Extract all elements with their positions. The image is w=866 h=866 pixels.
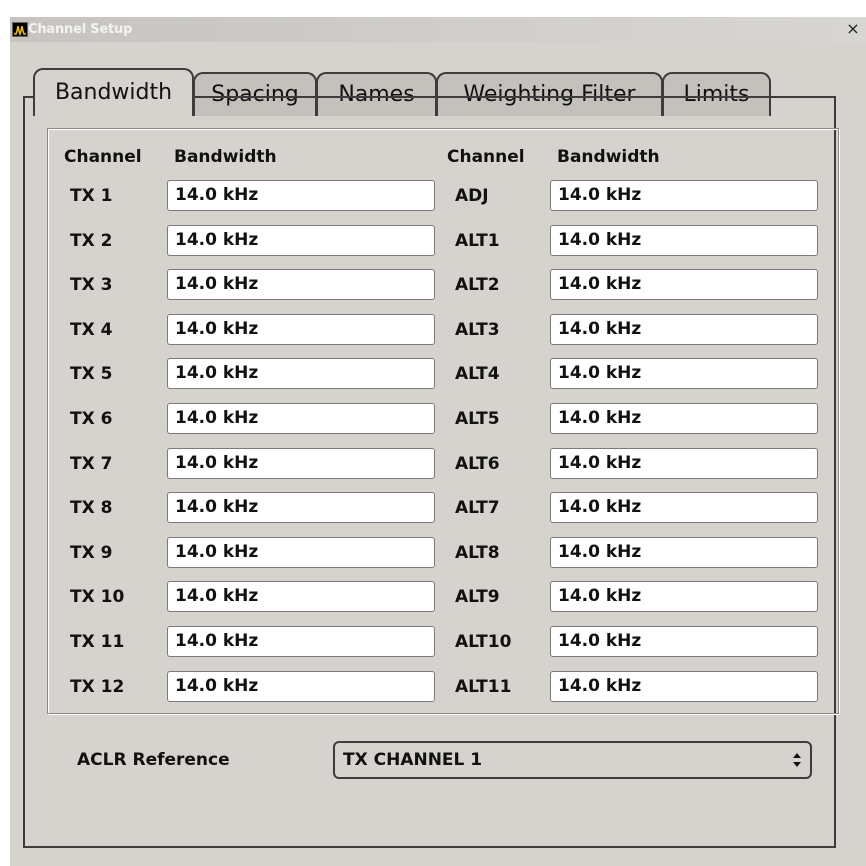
- tx-bandwidth-field[interactable]: 14.0 kHz: [167, 403, 435, 434]
- adjacent-bandwidth-field[interactable]: 14.0 kHz: [550, 448, 818, 479]
- tx-bandwidth-field[interactable]: 14.0 kHz: [167, 671, 435, 702]
- adjacent-bandwidth-field[interactable]: 14.0 kHz: [550, 581, 818, 612]
- adjacent-bandwidth-field[interactable]: 14.0 kHz: [550, 225, 818, 256]
- adjacent-channel-label: ALT1: [455, 231, 500, 251]
- aclr-reference-select[interactable]: TX CHANNEL 1: [333, 741, 812, 779]
- adjacent-channel-label: ALT11: [455, 677, 512, 697]
- adjacent-channel-label: ALT3: [455, 320, 500, 340]
- adjacent-bandwidth-field[interactable]: 14.0 kHz: [550, 492, 818, 523]
- title-bar[interactable]: Channel Setup ×: [10, 17, 866, 42]
- adjacent-bandwidth-field[interactable]: 14.0 kHz: [550, 314, 818, 345]
- adjacent-bandwidth-field[interactable]: 14.0 kHz: [550, 180, 818, 211]
- aclr-reference-value: TX CHANNEL 1: [343, 750, 483, 770]
- adjacent-channel-label: ALT4: [455, 364, 500, 384]
- adjacent-channel-label: ADJ: [455, 186, 489, 206]
- adjacent-channel-label: ALT5: [455, 409, 500, 429]
- adjacent-channel-label: ALT6: [455, 454, 500, 474]
- tx-channel-label: TX 6: [70, 409, 113, 429]
- adjacent-channel-label: ALT8: [455, 543, 500, 563]
- adjacent-bandwidth-field[interactable]: 14.0 kHz: [550, 358, 818, 389]
- tx-bandwidth-field[interactable]: 14.0 kHz: [167, 269, 435, 300]
- header-bandwidth-right: Bandwidth: [557, 147, 660, 167]
- header-channel-left: Channel: [64, 147, 142, 167]
- close-icon[interactable]: ×: [845, 20, 861, 38]
- tx-bandwidth-field[interactable]: 14.0 kHz: [167, 537, 435, 568]
- adjacent-bandwidth-field[interactable]: 14.0 kHz: [550, 626, 818, 657]
- tx-channel-label: TX 8: [70, 498, 113, 518]
- up-down-arrows-icon: [793, 753, 801, 767]
- tx-bandwidth-field[interactable]: 14.0 kHz: [167, 448, 435, 479]
- tx-channel-label: TX 11: [70, 632, 125, 652]
- tx-channel-label: TX 12: [70, 677, 125, 697]
- adjacent-channel-label: ALT10: [455, 632, 512, 652]
- tx-bandwidth-field[interactable]: 14.0 kHz: [167, 626, 435, 657]
- tx-bandwidth-field[interactable]: 14.0 kHz: [167, 180, 435, 211]
- tx-bandwidth-field[interactable]: 14.0 kHz: [167, 358, 435, 389]
- adjacent-channel-label: ALT2: [455, 275, 500, 295]
- header-channel-right: Channel: [447, 147, 525, 167]
- aclr-reference-label: ACLR Reference: [77, 750, 230, 770]
- tx-channel-label: TX 5: [70, 364, 113, 384]
- window-title: Channel Setup: [28, 22, 133, 37]
- tx-channel-label: TX 3: [70, 275, 113, 295]
- tx-channel-label: TX 9: [70, 543, 113, 563]
- tx-channel-label: TX 7: [70, 454, 113, 474]
- tx-channel-label: TX 10: [70, 587, 125, 607]
- tx-channel-label: TX 2: [70, 231, 113, 251]
- tx-channel-label: TX 1: [70, 186, 113, 206]
- tx-bandwidth-field[interactable]: 14.0 kHz: [167, 225, 435, 256]
- tx-channel-label: TX 4: [70, 320, 113, 340]
- adjacent-bandwidth-field[interactable]: 14.0 kHz: [550, 537, 818, 568]
- adjacent-channel-label: ALT9: [455, 587, 500, 607]
- adjacent-bandwidth-field[interactable]: 14.0 kHz: [550, 403, 818, 434]
- spectrum-analyzer-icon: [12, 22, 28, 37]
- adjacent-bandwidth-field[interactable]: 14.0 kHz: [550, 671, 818, 702]
- tx-bandwidth-field[interactable]: 14.0 kHz: [167, 492, 435, 523]
- tab-bandwidth[interactable]: Bandwidth: [33, 68, 194, 116]
- adjacent-channel-label: ALT7: [455, 498, 500, 518]
- header-bandwidth-left: Bandwidth: [174, 147, 277, 167]
- tx-bandwidth-field[interactable]: 14.0 kHz: [167, 581, 435, 612]
- tx-bandwidth-field[interactable]: 14.0 kHz: [167, 314, 435, 345]
- adjacent-bandwidth-field[interactable]: 14.0 kHz: [550, 269, 818, 300]
